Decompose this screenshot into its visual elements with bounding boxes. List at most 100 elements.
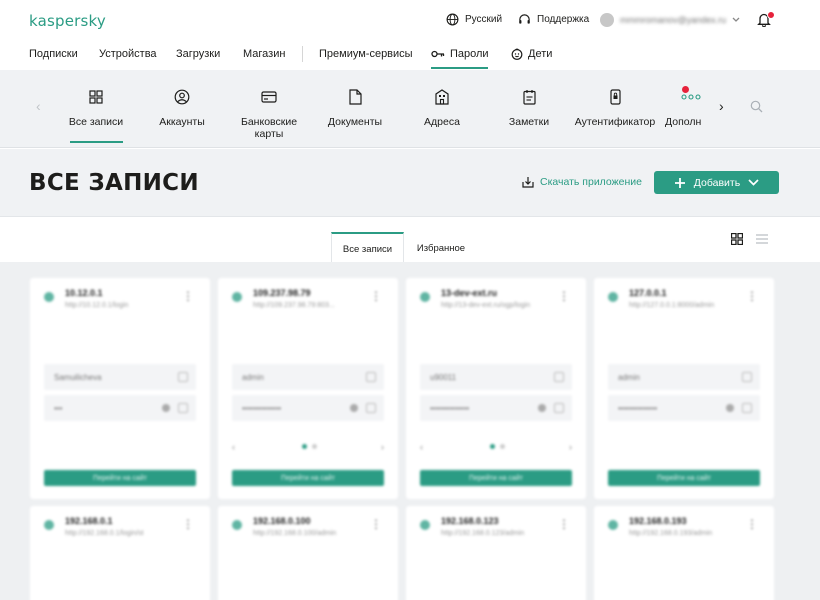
category-accounts[interactable]: Аккаунты: [137, 88, 227, 128]
record-card[interactable]: 192.168.0.193 http://192.168.0.193/admin…: [594, 506, 774, 600]
list-view-icon[interactable]: [756, 233, 768, 245]
grid-view-icon[interactable]: [731, 233, 743, 245]
copy-icon[interactable]: [554, 403, 564, 413]
more-vertical-icon[interactable]: ⋮: [182, 518, 194, 530]
favicon: [44, 292, 54, 302]
login-value: u90011: [430, 373, 457, 382]
copy-icon[interactable]: [366, 403, 376, 413]
pager-next-icon[interactable]: ›: [381, 442, 384, 452]
record-card[interactable]: 109.237.98.79 http://109.237.98.79:803..…: [218, 278, 398, 499]
avatar: [600, 13, 614, 27]
nav-item-downloads[interactable]: Загрузки: [176, 48, 220, 60]
scroll-left-icon[interactable]: ‹: [36, 98, 41, 114]
nav-item-passwords[interactable]: Пароли: [431, 48, 489, 60]
nav-item-devices[interactable]: Устройства: [99, 48, 157, 60]
go-to-site-button[interactable]: Перейти на сайт: [420, 470, 572, 486]
record-card[interactable]: 10.12.0.1 http://10.12.0.1/login ⋮ Samui…: [30, 278, 210, 499]
password-field[interactable]: ••••••••••••••: [608, 395, 760, 421]
pager-dot[interactable]: [490, 444, 495, 449]
login-field[interactable]: admin: [232, 364, 384, 390]
pager-dot[interactable]: [500, 444, 505, 449]
go-to-site-button[interactable]: Перейти на сайт: [608, 470, 760, 486]
add-button[interactable]: Добавить: [654, 171, 779, 194]
top-bar: kaspersky Русский Поддержка mmmromanov@y…: [0, 0, 820, 40]
go-to-site-button[interactable]: Перейти на сайт: [44, 470, 196, 486]
login-field[interactable]: u90011: [420, 364, 572, 390]
child-face-icon: [511, 48, 523, 60]
password-field[interactable]: •••: [44, 395, 196, 421]
category-all[interactable]: Все записи: [51, 88, 141, 128]
nav-item-store[interactable]: Магазин: [243, 48, 285, 60]
scroll-right-icon[interactable]: ›: [719, 98, 724, 114]
copy-icon[interactable]: [366, 372, 376, 382]
more-vertical-icon[interactable]: ⋮: [558, 290, 570, 302]
eye-icon[interactable]: [726, 404, 734, 412]
search-icon[interactable]: [750, 100, 763, 113]
account-menu[interactable]: mmmromanov@yandex.ru: [600, 13, 740, 27]
category-more-label: Дополн: [665, 116, 702, 128]
main-nav: Подписки Устройства Загрузки Магазин Пре…: [0, 40, 820, 70]
more-vertical-icon[interactable]: ⋮: [182, 290, 194, 302]
nav-item-kids[interactable]: Дети: [511, 48, 552, 60]
support-link[interactable]: Поддержка: [518, 13, 589, 26]
category-more[interactable]: Дополн: [665, 88, 717, 128]
eye-icon[interactable]: [538, 404, 546, 412]
favicon: [608, 292, 618, 302]
pager-next-icon[interactable]: ›: [569, 442, 572, 452]
category-accounts-label: Аккаунты: [159, 116, 205, 128]
category-bank-cards-label: Банковские карты: [240, 116, 298, 140]
pager-prev-icon[interactable]: ‹: [232, 442, 235, 452]
go-to-site-button[interactable]: Перейти на сайт: [232, 470, 384, 486]
eye-icon[interactable]: [162, 404, 170, 412]
eye-icon[interactable]: [350, 404, 358, 412]
pager-dot[interactable]: [312, 444, 317, 449]
login-field[interactable]: admin: [608, 364, 760, 390]
category-active-indicator: [70, 141, 123, 143]
record-title: 13-dev-ext.ru: [441, 288, 498, 298]
grid-icon: [89, 90, 103, 104]
more-vertical-icon[interactable]: ⋮: [746, 290, 758, 302]
login-value: admin: [618, 373, 640, 382]
download-app-link[interactable]: Скачать приложение: [522, 176, 642, 188]
more-vertical-icon[interactable]: ⋮: [558, 518, 570, 530]
category-authenticator[interactable]: Аутентификатор: [570, 88, 660, 128]
password-field[interactable]: ••••••••••••••: [420, 395, 572, 421]
category-bank-cards[interactable]: Банковские карты: [224, 88, 314, 140]
kaspersky-logo[interactable]: kaspersky: [29, 12, 106, 30]
favicon: [420, 520, 430, 530]
password-field[interactable]: ••••••••••••••: [232, 395, 384, 421]
category-addresses[interactable]: Адреса: [397, 88, 487, 128]
login-field[interactable]: Samuilicheva: [44, 364, 196, 390]
copy-icon[interactable]: [742, 372, 752, 382]
pager-prev-icon[interactable]: ‹: [420, 442, 423, 452]
tab-all-records[interactable]: Все записи: [331, 232, 404, 262]
record-url: http://109.237.98.79:803...: [253, 302, 335, 309]
category-documents[interactable]: Документы: [310, 88, 400, 128]
copy-icon[interactable]: [554, 372, 564, 382]
password-value: •••: [54, 404, 63, 413]
record-card[interactable]: 192.168.0.123 http://192.168.0.123/admin…: [406, 506, 586, 600]
category-notes[interactable]: Заметки: [484, 88, 574, 128]
language-selector[interactable]: Русский: [446, 13, 502, 26]
plus-icon: [674, 177, 685, 188]
copy-icon[interactable]: [742, 403, 752, 413]
category-all-label: Все записи: [68, 116, 124, 128]
more-vertical-icon[interactable]: ⋮: [746, 518, 758, 530]
download-icon: [522, 177, 534, 188]
pager-dot[interactable]: [302, 444, 307, 449]
copy-icon[interactable]: [178, 403, 188, 413]
nav-item-subscriptions[interactable]: Подписки: [29, 48, 78, 60]
tab-favorites[interactable]: Избранное: [404, 232, 478, 262]
more-vertical-icon[interactable]: ⋮: [370, 290, 382, 302]
record-url: http://10.12.0.1/login: [65, 302, 129, 309]
nav-item-premium[interactable]: Премиум-сервисы: [319, 48, 413, 60]
more-vertical-icon[interactable]: ⋮: [370, 518, 382, 530]
entry-pager: ‹ ›: [406, 442, 586, 452]
record-card[interactable]: 13-dev-ext.ru http://13-dev-ext.ru/ogp/l…: [406, 278, 586, 499]
copy-icon[interactable]: [178, 372, 188, 382]
record-url: http://192.168.0.100/admin: [253, 530, 337, 537]
record-card[interactable]: 127.0.0.1 http://127.0.0.1:8000/admin ⋮ …: [594, 278, 774, 499]
password-value: ••••••••••••••: [242, 404, 282, 413]
record-card[interactable]: 192.168.0.1 http://192.168.0.1/login/st …: [30, 506, 210, 600]
record-card[interactable]: 192.168.0.100 http://192.168.0.100/admin…: [218, 506, 398, 600]
